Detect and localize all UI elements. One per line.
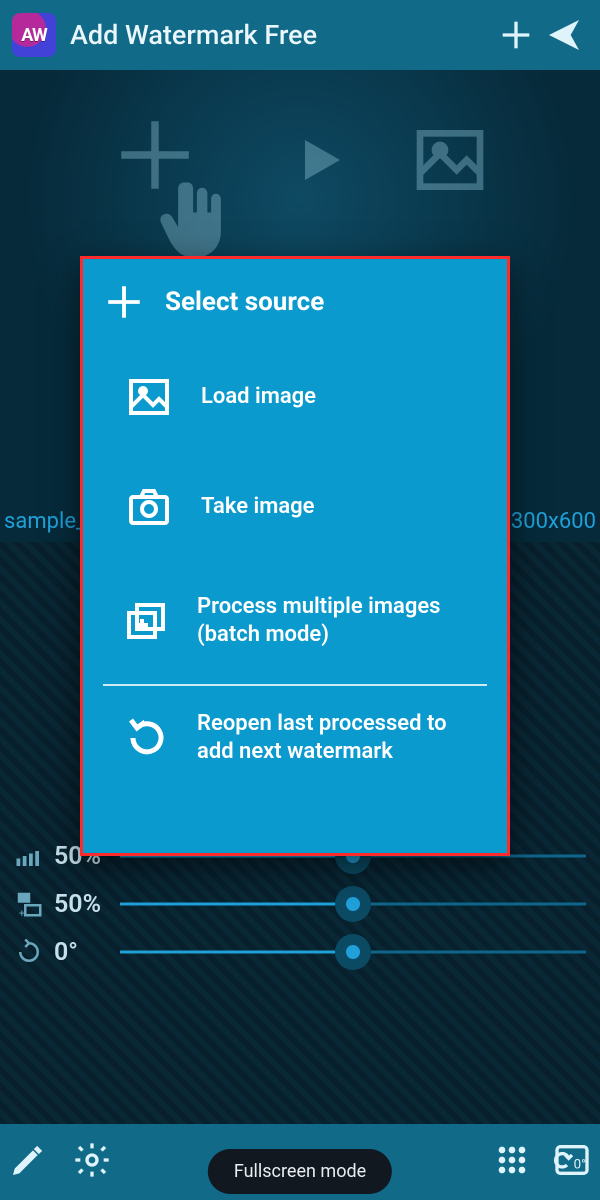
size-icon: +: [14, 889, 54, 919]
app-bar: AW Add Watermark Free: [0, 0, 600, 70]
reopen-icon: [123, 714, 171, 762]
option-load-image-label: Load image: [201, 383, 316, 411]
add-button[interactable]: [492, 11, 540, 59]
edit-button[interactable]: [8, 1140, 48, 1184]
option-load-image[interactable]: Load image: [103, 367, 487, 427]
opacity-icon: [14, 841, 54, 871]
filename-text: sample_: [4, 509, 86, 534]
hint-add-icon: [110, 110, 230, 270]
dialog-title: Select source: [165, 287, 324, 317]
app-logo-icon: AW: [12, 13, 56, 57]
size-slider[interactable]: [120, 892, 586, 916]
option-batch-mode[interactable]: Process multiple images (batch mode): [103, 587, 487, 654]
hint-image-icon: [410, 110, 490, 204]
plus-icon: [103, 281, 145, 323]
app-title: Add Watermark Free: [70, 19, 492, 51]
size-value: 50%: [54, 890, 120, 919]
option-reopen-last-label: Reopen last processed to add next waterm…: [197, 710, 487, 765]
dialog-header: Select source: [103, 281, 487, 323]
settings-button[interactable]: [72, 1140, 112, 1184]
camera-icon: [123, 483, 175, 531]
select-source-dialog: Select source Load image Take image Proc…: [80, 256, 510, 856]
fullscreen-toast: Fullscreen mode: [208, 1149, 392, 1194]
image-icon: [123, 373, 175, 421]
angle-value: 0°: [54, 938, 120, 967]
option-take-image-label: Take image: [201, 493, 315, 521]
dialog-separator: [103, 684, 487, 686]
option-take-image[interactable]: Take image: [103, 477, 487, 537]
angle-icon: [14, 937, 54, 967]
option-reopen-last[interactable]: Reopen last processed to add next waterm…: [103, 704, 487, 771]
svg-text:+: +: [19, 909, 25, 920]
hint-play-icon: [290, 110, 350, 194]
angle-slider[interactable]: [120, 940, 586, 964]
size-row: + 50%: [14, 880, 586, 928]
send-button[interactable]: [540, 11, 588, 59]
dimensions-text: 300x600: [511, 509, 596, 534]
option-batch-mode-label: Process multiple images (batch mode): [197, 593, 487, 648]
batch-icon: [123, 597, 171, 645]
svg-text:0°: 0°: [574, 1157, 586, 1172]
grid-button[interactable]: [492, 1140, 532, 1184]
rotate-button[interactable]: 0°: [552, 1140, 592, 1184]
angle-row: 0°: [14, 928, 586, 976]
